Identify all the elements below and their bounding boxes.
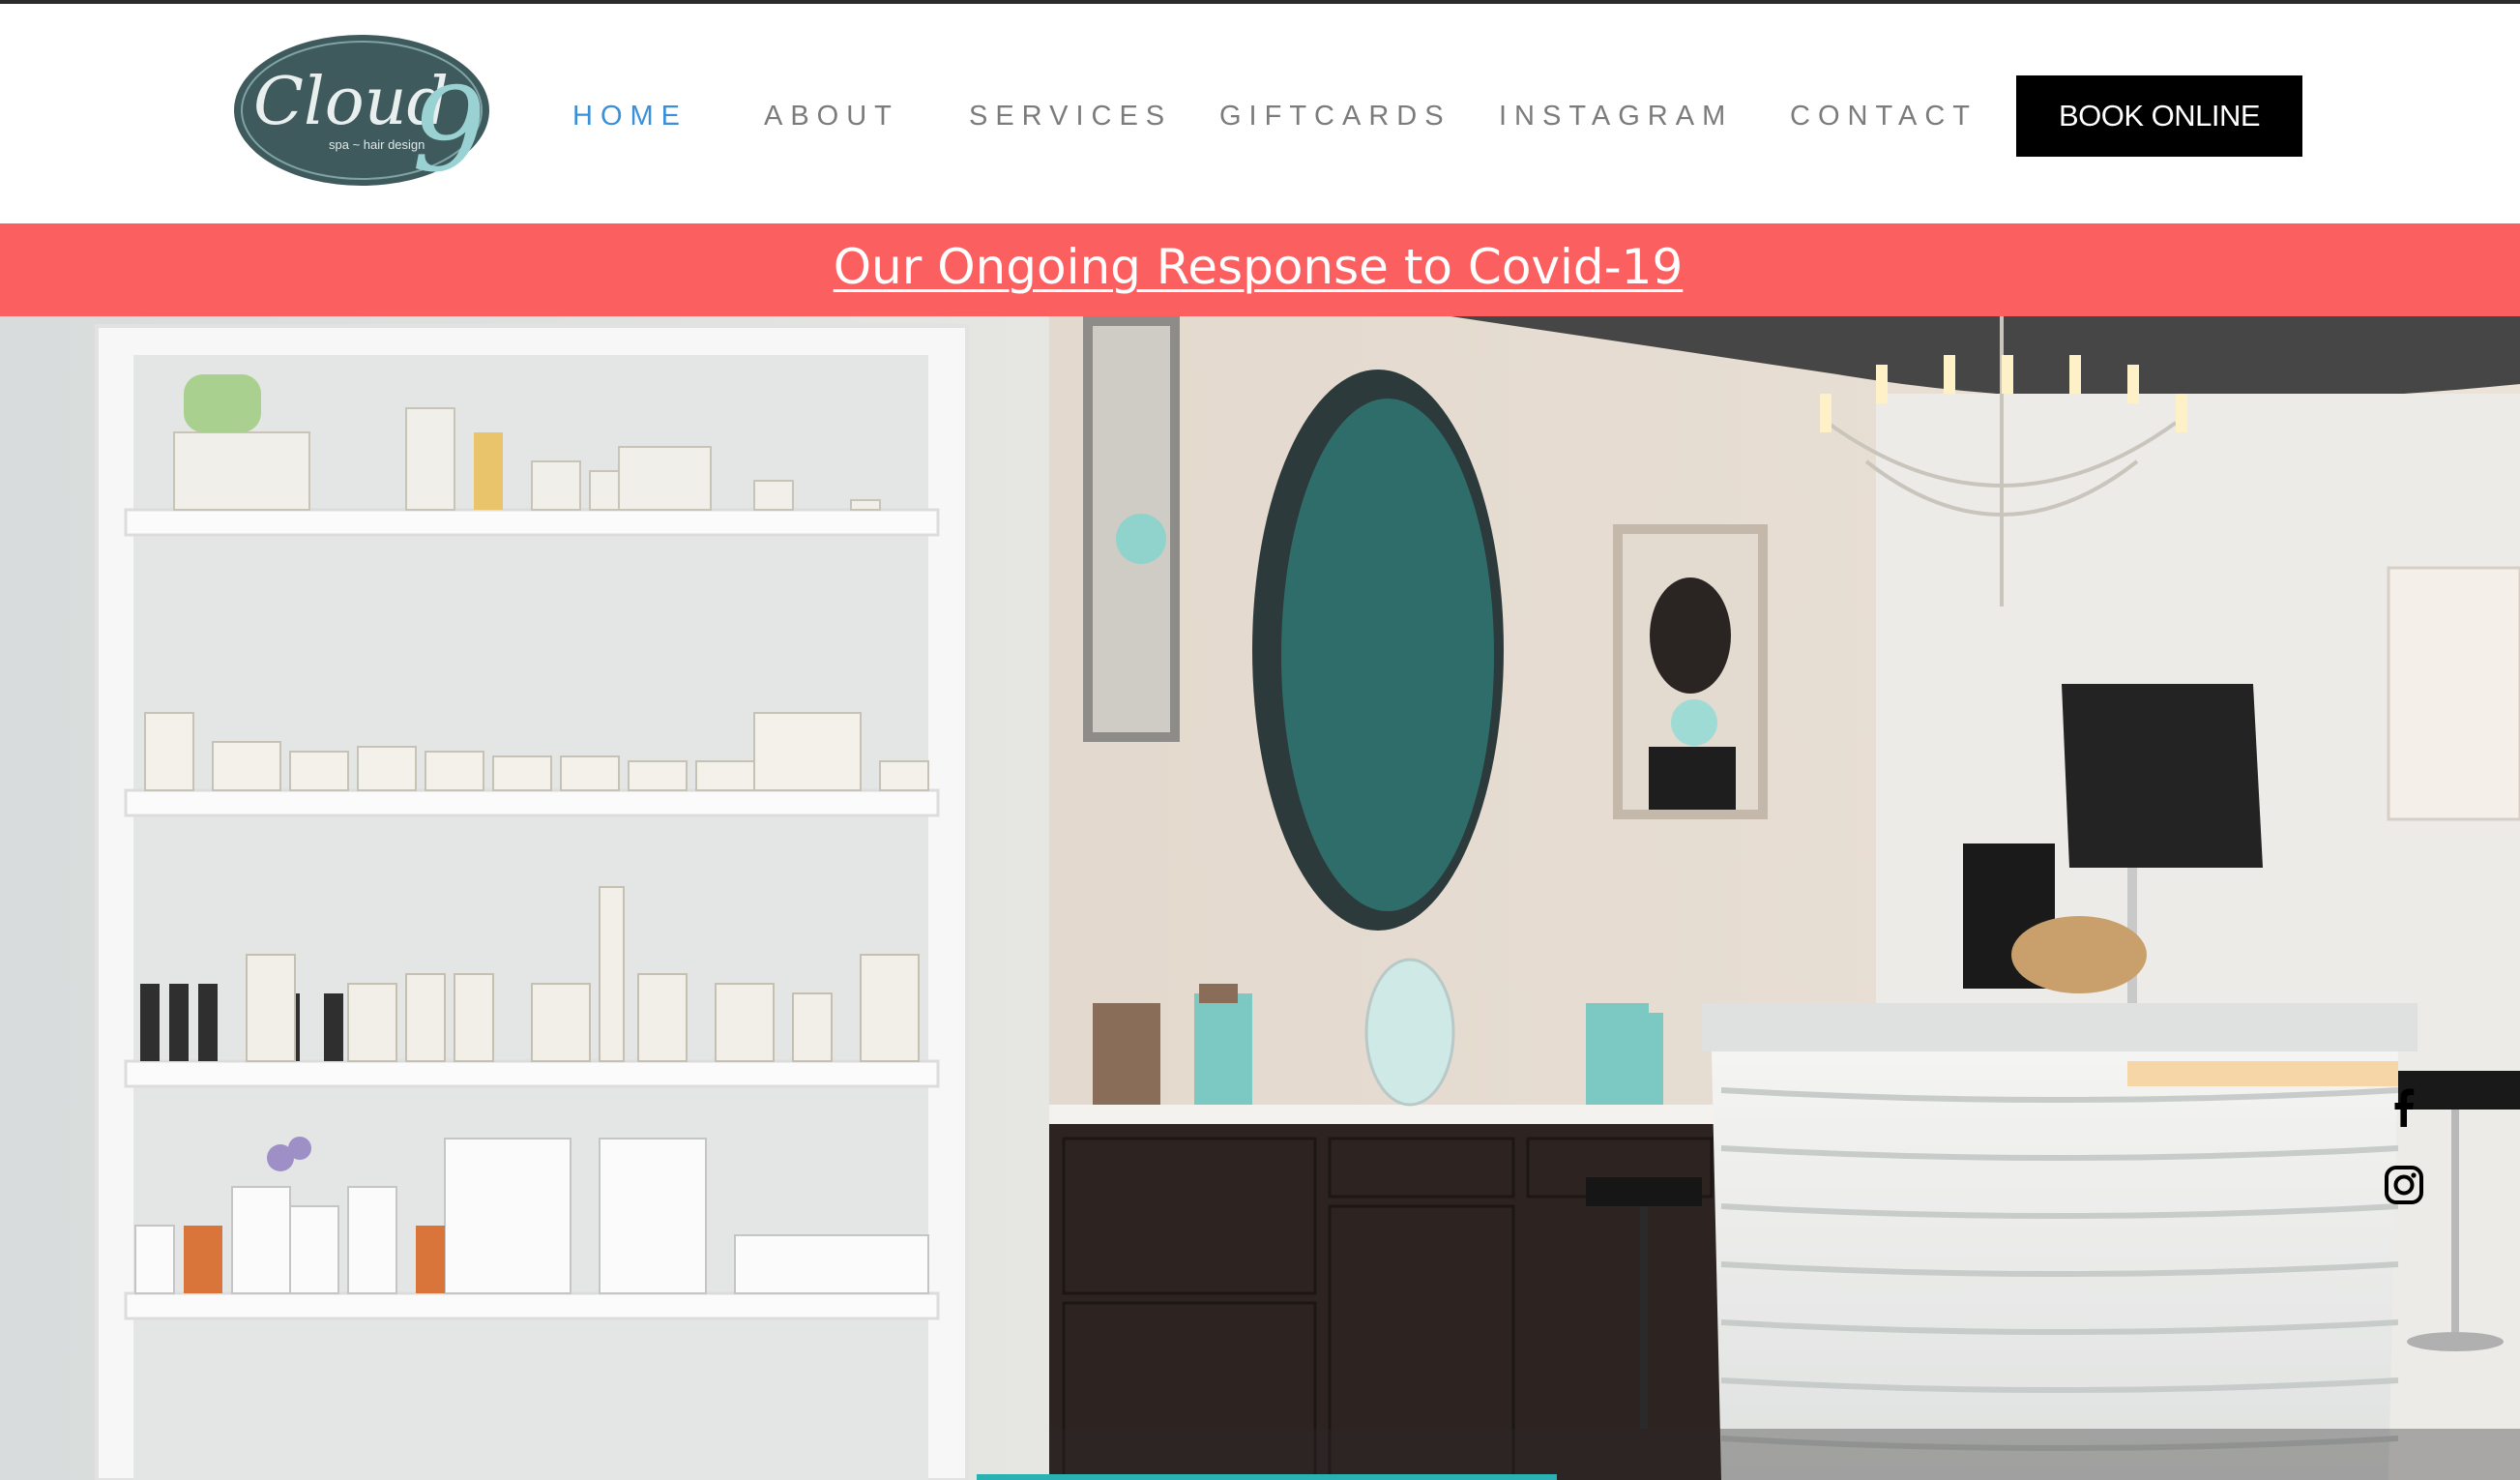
scroll-accent-bar [977, 1474, 1557, 1480]
covid-response-link[interactable]: Our Ongoing Response to Covid-19 [0, 239, 2520, 295]
cloud9-logo[interactable]: Cloud 9 spa ~ hair design [232, 27, 495, 198]
nav-home[interactable]: HOME [572, 101, 688, 133]
covid-response-text: Our Ongoing Response to Covid-19 [833, 239, 1684, 295]
salon-interior-image [0, 316, 2520, 1480]
site-header: Cloud 9 spa ~ hair design HOME ABOUT SER… [0, 4, 2520, 223]
hero-salon-photo [0, 316, 2520, 1480]
book-online-button[interactable]: BOOK ONLINE [2016, 75, 2302, 157]
covid-banner: Our Ongoing Response to Covid-19 [0, 223, 2520, 316]
facebook-icon[interactable] [2383, 1086, 2425, 1129]
instagram-icon[interactable] [2383, 1164, 2425, 1206]
nav-contact[interactable]: CONTACT [1790, 101, 1978, 133]
logo-tagline: spa ~ hair design [329, 137, 425, 152]
nav-giftcards[interactable]: GIFTCARDS [1219, 101, 1451, 133]
nav-about[interactable]: ABOUT [764, 101, 899, 133]
logo-numeral: 9 [412, 64, 485, 197]
social-bar [2383, 1086, 2425, 1222]
nav-services[interactable]: SERVICES [969, 101, 1172, 133]
nav-instagram[interactable]: INSTAGRAM [1499, 101, 1733, 133]
